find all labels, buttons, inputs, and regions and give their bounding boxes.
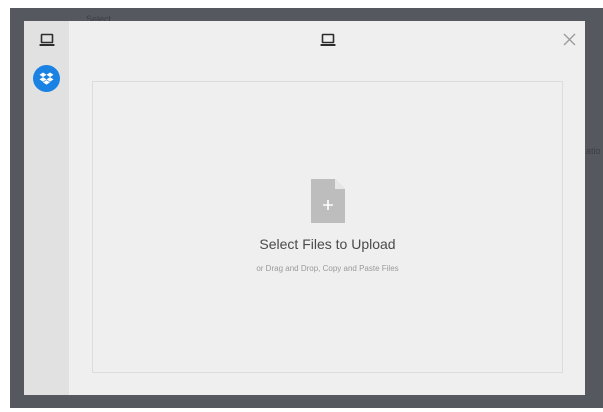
file-picker-modal: Select Files to Upload or Drag and Drop,… [24, 21, 585, 395]
file-drop-zone[interactable]: Select Files to Upload or Drag and Drop,… [92, 81, 563, 373]
dropbox-icon [39, 72, 54, 85]
background-text-fragment: atio [586, 146, 601, 156]
drag-drop-hint: or Drag and Drop, Copy and Paste Files [256, 264, 399, 273]
sidebar-item-my-device[interactable] [39, 33, 55, 47]
select-files-title[interactable]: Select Files to Upload [93, 236, 562, 252]
file-plus-icon [311, 179, 345, 223]
laptop-icon [320, 33, 336, 46]
close-icon [563, 33, 575, 45]
current-source-icon [320, 33, 336, 47]
close-button[interactable] [561, 31, 577, 47]
sidebar-item-dropbox[interactable] [33, 65, 60, 92]
source-sidebar [24, 21, 69, 395]
laptop-icon [39, 33, 55, 46]
